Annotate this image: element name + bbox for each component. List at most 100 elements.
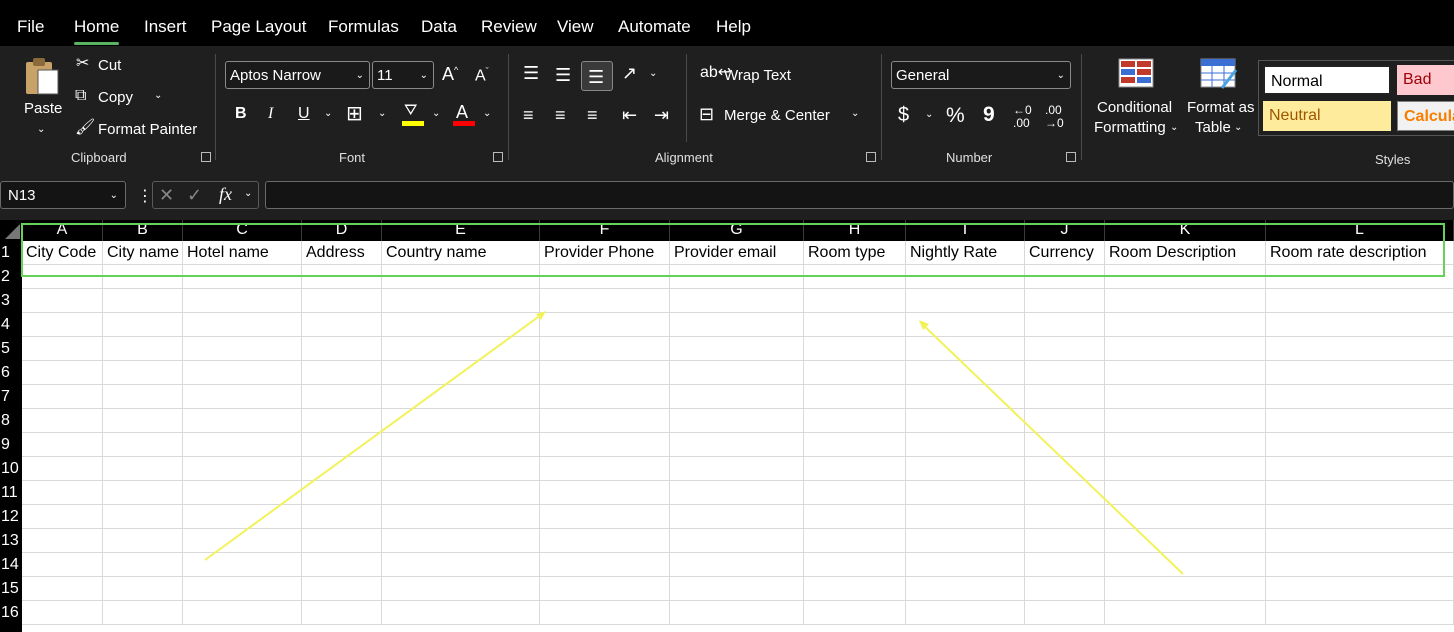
cell-f13[interactable] xyxy=(540,529,670,553)
row-header-7[interactable]: 7 xyxy=(0,385,22,409)
cell-a14[interactable] xyxy=(22,553,103,577)
column-header-c[interactable]: C xyxy=(183,220,302,241)
cell-f2[interactable] xyxy=(540,265,670,289)
cell-g10[interactable] xyxy=(670,457,804,481)
cell-c12[interactable] xyxy=(183,505,302,529)
row-header-2[interactable]: 2 xyxy=(0,265,22,289)
cell-i10[interactable] xyxy=(906,457,1025,481)
cell-h15[interactable] xyxy=(804,577,906,601)
cell-b11[interactable] xyxy=(103,481,183,505)
cell-l11[interactable] xyxy=(1266,481,1454,505)
cell-h13[interactable] xyxy=(804,529,906,553)
cell-f7[interactable] xyxy=(540,385,670,409)
cell-j7[interactable] xyxy=(1025,385,1105,409)
cell-f6[interactable] xyxy=(540,361,670,385)
chevron-down-icon[interactable]: ⌄ xyxy=(37,124,45,135)
cell-g13[interactable] xyxy=(670,529,804,553)
chevron-down-icon[interactable]: ⌄ xyxy=(378,108,386,119)
row-header-10[interactable]: 10 xyxy=(0,457,22,481)
cell-d1[interactable]: Address xyxy=(302,241,382,265)
copy-button[interactable]: ⧉ Copy ⌄ xyxy=(74,86,174,108)
cell-b1[interactable]: City name xyxy=(103,241,183,265)
chevron-down-icon[interactable]: ⌄ xyxy=(483,108,491,119)
cell-h5[interactable] xyxy=(804,337,906,361)
menu-page-layout[interactable]: Page Layout xyxy=(211,17,306,37)
cell-a4[interactable] xyxy=(22,313,103,337)
cell-k9[interactable] xyxy=(1105,433,1266,457)
increase-decimal-icon[interactable]: ←0.00 xyxy=(1013,103,1032,130)
cell-i13[interactable] xyxy=(906,529,1025,553)
dialog-launcher-icon[interactable] xyxy=(201,152,211,162)
align-right-icon[interactable]: ≡ xyxy=(587,106,598,124)
cell-j4[interactable] xyxy=(1025,313,1105,337)
cell-e14[interactable] xyxy=(382,553,540,577)
cell-g14[interactable] xyxy=(670,553,804,577)
cell-i7[interactable] xyxy=(906,385,1025,409)
cell-d6[interactable] xyxy=(302,361,382,385)
cell-d4[interactable] xyxy=(302,313,382,337)
cell-k16[interactable] xyxy=(1105,601,1266,625)
cell-g15[interactable] xyxy=(670,577,804,601)
cell-j11[interactable] xyxy=(1025,481,1105,505)
cell-k6[interactable] xyxy=(1105,361,1266,385)
cell-h1[interactable]: Room type xyxy=(804,241,906,265)
cell-g4[interactable] xyxy=(670,313,804,337)
cell-e12[interactable] xyxy=(382,505,540,529)
cell-l8[interactable] xyxy=(1266,409,1454,433)
cell-a11[interactable] xyxy=(22,481,103,505)
cell-k8[interactable] xyxy=(1105,409,1266,433)
cell-k2[interactable] xyxy=(1105,265,1266,289)
style-normal[interactable]: Normal xyxy=(1263,65,1391,95)
name-box[interactable]: N13 ⌄ xyxy=(0,181,126,209)
number-format-dropdown[interactable]: General ⌄ xyxy=(891,61,1071,89)
cell-i9[interactable] xyxy=(906,433,1025,457)
cell-d14[interactable] xyxy=(302,553,382,577)
cell-a16[interactable] xyxy=(22,601,103,625)
cell-g11[interactable] xyxy=(670,481,804,505)
menu-insert[interactable]: Insert xyxy=(144,17,187,37)
cell-a5[interactable] xyxy=(22,337,103,361)
column-header-a[interactable]: A xyxy=(22,220,103,241)
cell-h8[interactable] xyxy=(804,409,906,433)
cell-f4[interactable] xyxy=(540,313,670,337)
cell-e10[interactable] xyxy=(382,457,540,481)
cell-j2[interactable] xyxy=(1025,265,1105,289)
cell-i14[interactable] xyxy=(906,553,1025,577)
cell-d15[interactable] xyxy=(302,577,382,601)
cell-f12[interactable] xyxy=(540,505,670,529)
column-header-d[interactable]: D xyxy=(302,220,382,241)
cell-f16[interactable] xyxy=(540,601,670,625)
cell-l6[interactable] xyxy=(1266,361,1454,385)
font-size-dropdown[interactable]: 11 ⌄ xyxy=(372,61,434,89)
cell-i6[interactable] xyxy=(906,361,1025,385)
cell-k1[interactable]: Room Description xyxy=(1105,241,1266,265)
cell-h9[interactable] xyxy=(804,433,906,457)
cell-a7[interactable] xyxy=(22,385,103,409)
cell-e13[interactable] xyxy=(382,529,540,553)
cell-j10[interactable] xyxy=(1025,457,1105,481)
italic-button[interactable]: I xyxy=(268,106,273,122)
cell-c8[interactable] xyxy=(183,409,302,433)
cell-k14[interactable] xyxy=(1105,553,1266,577)
cell-c10[interactable] xyxy=(183,457,302,481)
chevron-down-icon[interactable]: ⌄ xyxy=(925,109,933,120)
cell-i3[interactable] xyxy=(906,289,1025,313)
menu-automate[interactable]: Automate xyxy=(618,17,691,37)
comma-style-button[interactable]: 9 xyxy=(983,104,995,125)
row-header-4[interactable]: 4 xyxy=(0,313,22,337)
cell-h7[interactable] xyxy=(804,385,906,409)
align-middle-icon[interactable]: ☰ xyxy=(555,66,571,84)
cell-d13[interactable] xyxy=(302,529,382,553)
underline-button[interactable]: U xyxy=(298,106,310,122)
cell-c14[interactable] xyxy=(183,553,302,577)
cell-d7[interactable] xyxy=(302,385,382,409)
cell-a2[interactable] xyxy=(22,265,103,289)
fill-color-button[interactable]: ⛛ xyxy=(402,103,426,129)
cell-l14[interactable] xyxy=(1266,553,1454,577)
menu-view[interactable]: View xyxy=(557,17,594,37)
cell-j6[interactable] xyxy=(1025,361,1105,385)
cell-k11[interactable] xyxy=(1105,481,1266,505)
font-color-button[interactable]: A xyxy=(453,103,477,129)
cell-e11[interactable] xyxy=(382,481,540,505)
cell-i15[interactable] xyxy=(906,577,1025,601)
